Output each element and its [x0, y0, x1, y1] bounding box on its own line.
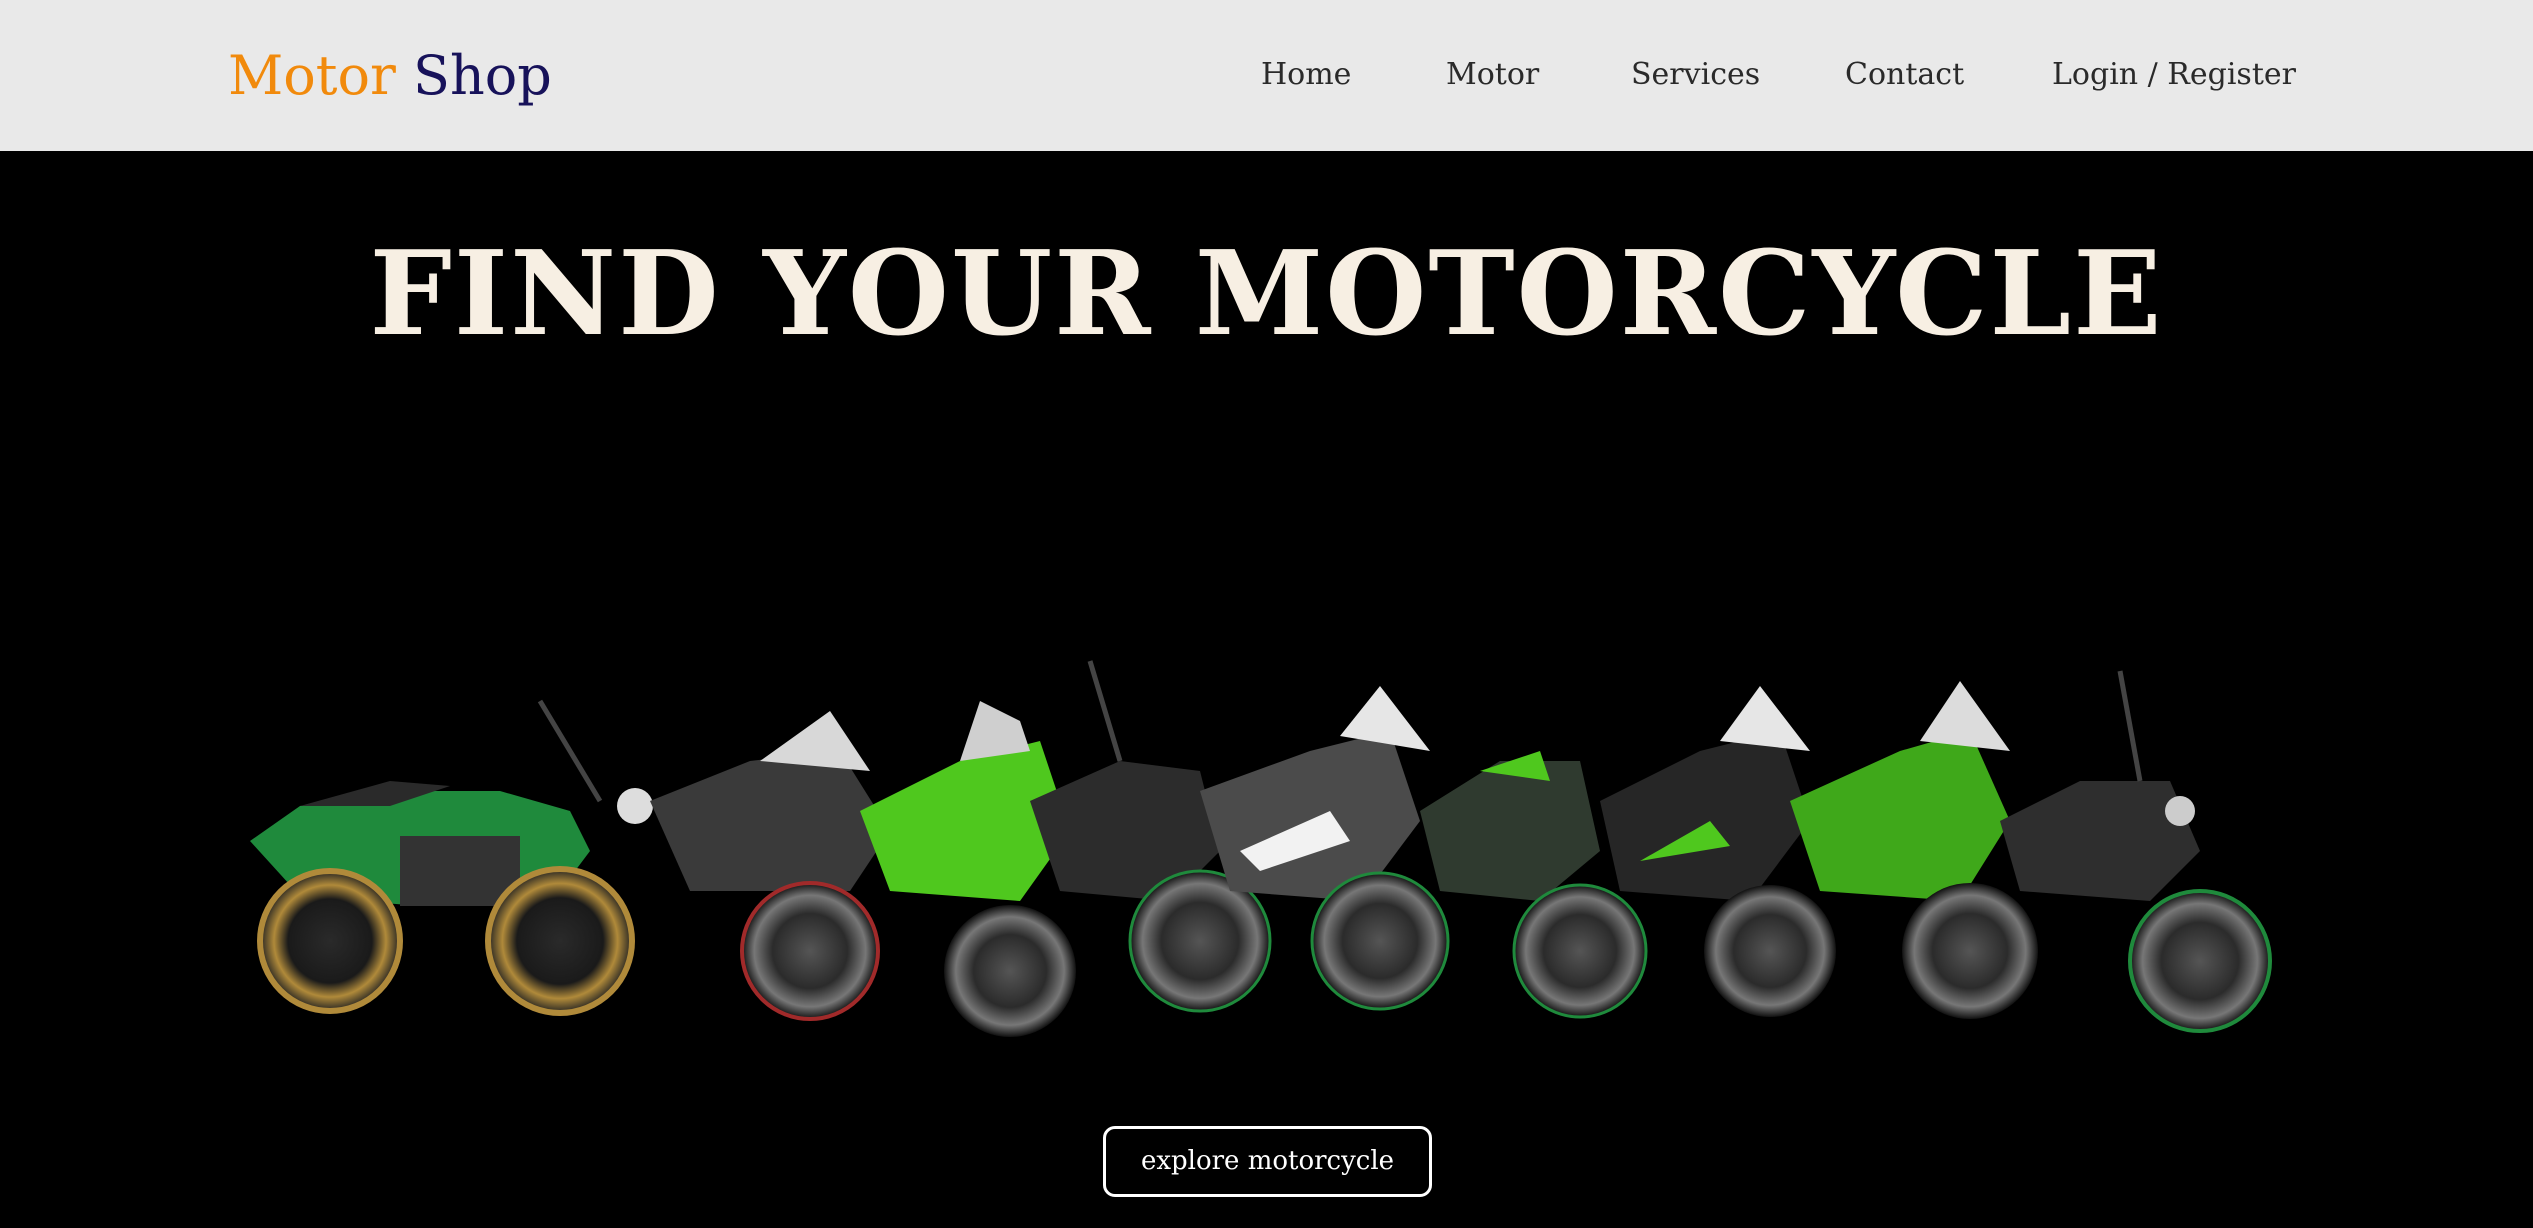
nav-home-link[interactable]: Home: [1261, 52, 1351, 98]
motorcycle-lineup-image: [240, 641, 2280, 1051]
hero-section: FIND YOUR MOTORCYCLE explore motorcycle: [0, 151, 2533, 1228]
motorcycle-lineup-svg: [250, 660, 2272, 1037]
nav-motor-link[interactable]: Motor: [1446, 52, 1539, 98]
motorcycle-6: [1420, 751, 1648, 1019]
nav-services-link[interactable]: Services: [1631, 52, 1760, 98]
main-nav: Home Motor Services Contact Login / Regi…: [0, 52, 2533, 102]
hero-title: FIND YOUR MOTORCYCLE: [369, 226, 2164, 362]
motorcycle-2: [650, 711, 890, 1021]
site-header: Motor Shop Home Motor Services Contact L…: [0, 0, 2533, 151]
motorcycle-1: [250, 699, 653, 1016]
motorcycle-9: [2000, 670, 2272, 1033]
nav-login-register-link[interactable]: Login / Register: [2052, 52, 2296, 98]
nav-contact-link[interactable]: Contact: [1845, 52, 1964, 98]
motorcycle-3: [860, 701, 1076, 1037]
explore-motorcycle-button[interactable]: explore motorcycle: [1103, 1126, 1432, 1197]
